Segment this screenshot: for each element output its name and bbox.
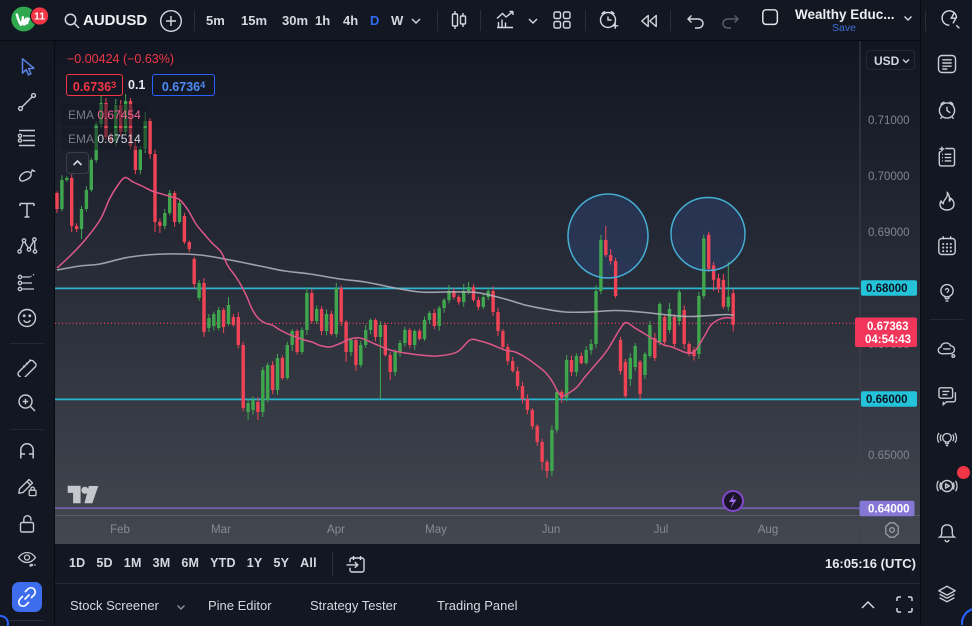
svg-text:Jul: Jul <box>654 524 669 536</box>
svg-text:0.67363: 0.67363 <box>867 321 909 333</box>
svg-text:0.66000: 0.66000 <box>866 394 908 406</box>
svg-text:11: 11 <box>34 11 45 23</box>
svg-text:04:54:43: 04:54:43 <box>865 334 911 346</box>
svg-text:0.68000: 0.68000 <box>866 283 908 295</box>
svg-text:0.71000: 0.71000 <box>868 115 910 127</box>
svg-text:Aug: Aug <box>758 524 778 536</box>
svg-text:0.65000: 0.65000 <box>868 450 910 462</box>
svg-text:Apr: Apr <box>327 524 345 536</box>
svg-text:Jun: Jun <box>542 524 561 536</box>
svg-text:0.64000: 0.64000 <box>868 504 910 516</box>
svg-text:0.69000: 0.69000 <box>868 227 910 239</box>
svg-text:Mar: Mar <box>211 524 231 536</box>
svg-text:Feb: Feb <box>110 524 130 536</box>
svg-text:May: May <box>425 524 447 536</box>
svg-text:0.70000: 0.70000 <box>868 171 910 183</box>
